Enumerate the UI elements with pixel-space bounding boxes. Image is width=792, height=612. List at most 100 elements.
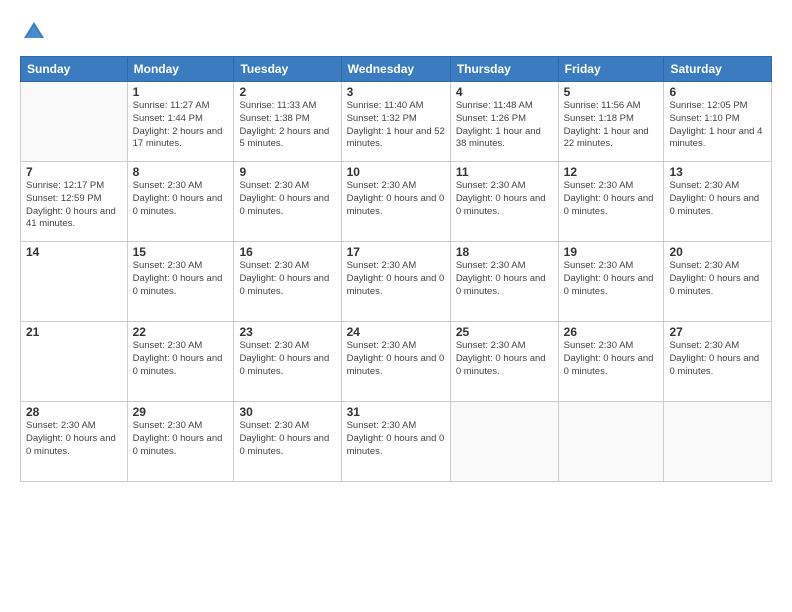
calendar-day: 8Sunset: 2:30 AM Daylight: 0 hours and 0… (127, 162, 234, 242)
day-info: Sunset: 2:30 AM Daylight: 0 hours and 0 … (669, 260, 766, 298)
day-number: 25 (456, 325, 553, 339)
day-info: Sunset: 2:30 AM Daylight: 0 hours and 0 … (26, 420, 122, 458)
day-number: 28 (26, 405, 122, 419)
day-number: 7 (26, 165, 122, 179)
logo (20, 18, 52, 46)
day-info: Sunrise: 11:33 AM Sunset: 1:38 PM Daylig… (239, 100, 335, 151)
day-info: Sunset: 2:30 AM Daylight: 0 hours and 0 … (456, 180, 553, 218)
day-number: 27 (669, 325, 766, 339)
day-info: Sunset: 2:30 AM Daylight: 0 hours and 0 … (239, 420, 335, 458)
calendar-day: 29Sunset: 2:30 AM Daylight: 0 hours and … (127, 402, 234, 482)
calendar-day: 18Sunset: 2:30 AM Daylight: 0 hours and … (450, 242, 558, 322)
day-number: 9 (239, 165, 335, 179)
calendar-day: 17Sunset: 2:30 AM Daylight: 0 hours and … (341, 242, 450, 322)
calendar-day: 31Sunset: 2:30 AM Daylight: 0 hours and … (341, 402, 450, 482)
calendar-day: 20Sunset: 2:30 AM Daylight: 0 hours and … (664, 242, 772, 322)
calendar-day (450, 402, 558, 482)
col-monday: Monday (127, 57, 234, 82)
day-number: 11 (456, 165, 553, 179)
calendar-day: 2Sunrise: 11:33 AM Sunset: 1:38 PM Dayli… (234, 82, 341, 162)
calendar-week-row: 1Sunrise: 11:27 AM Sunset: 1:44 PM Dayli… (21, 82, 772, 162)
calendar-day (664, 402, 772, 482)
col-sunday: Sunday (21, 57, 128, 82)
calendar-day: 11Sunset: 2:30 AM Daylight: 0 hours and … (450, 162, 558, 242)
day-info: Sunset: 2:30 AM Daylight: 0 hours and 0 … (669, 180, 766, 218)
calendar-day: 30Sunset: 2:30 AM Daylight: 0 hours and … (234, 402, 341, 482)
day-number: 15 (133, 245, 229, 259)
calendar-week-row: 21 22Sunset: 2:30 AM Daylight: 0 hours an… (21, 322, 772, 402)
calendar-day: 16Sunset: 2:30 AM Daylight: 0 hours and … (234, 242, 341, 322)
day-number: 24 (347, 325, 445, 339)
calendar-day: 21 (21, 322, 128, 402)
day-info: Sunset: 2:30 AM Daylight: 0 hours and 0 … (347, 260, 445, 298)
calendar-day: 7Sunrise: 12:17 PM Sunset: 12:59 PM Dayl… (21, 162, 128, 242)
day-number: 16 (239, 245, 335, 259)
calendar-week-row: 1415Sunset: 2:30 AM Daylight: 0 hours an… (21, 242, 772, 322)
day-info: Sunset: 2:30 AM Daylight: 0 hours and 0 … (133, 260, 229, 298)
day-info: Sunset: 2:30 AM Daylight: 0 hours and 0 … (564, 260, 659, 298)
calendar-day: 28Sunset: 2:30 AM Daylight: 0 hours and … (21, 402, 128, 482)
calendar-day: 24Sunset: 2:30 AM Daylight: 0 hours and … (341, 322, 450, 402)
day-number: 4 (456, 85, 553, 99)
calendar-day: 13Sunset: 2:30 AM Daylight: 0 hours and … (664, 162, 772, 242)
day-info: Sunrise: 12:05 PM Sunset: 1:10 PM Daylig… (669, 100, 766, 151)
calendar-day: 26Sunset: 2:30 AM Daylight: 0 hours and … (558, 322, 664, 402)
day-info: Sunset: 2:30 AM Daylight: 0 hours and 0 … (133, 340, 229, 378)
day-number: 5 (564, 85, 659, 99)
day-info: Sunrise: 11:40 AM Sunset: 1:32 PM Daylig… (347, 100, 445, 151)
calendar-day (558, 402, 664, 482)
day-info: Sunset: 2:30 AM Daylight: 0 hours and 0 … (239, 340, 335, 378)
day-number: 30 (239, 405, 335, 419)
calendar-day: 1Sunrise: 11:27 AM Sunset: 1:44 PM Dayli… (127, 82, 234, 162)
calendar-day: 15Sunset: 2:30 AM Daylight: 0 hours and … (127, 242, 234, 322)
calendar-day: 4Sunrise: 11:48 AM Sunset: 1:26 PM Dayli… (450, 82, 558, 162)
day-number: 31 (347, 405, 445, 419)
day-number: 8 (133, 165, 229, 179)
page: Sunday Monday Tuesday Wednesday Thursday… (0, 0, 792, 612)
col-friday: Friday (558, 57, 664, 82)
day-info: Sunset: 2:30 AM Daylight: 0 hours and 0 … (456, 260, 553, 298)
calendar-day: 12Sunset: 2:30 AM Daylight: 0 hours and … (558, 162, 664, 242)
day-number: 12 (564, 165, 659, 179)
calendar-header-row: Sunday Monday Tuesday Wednesday Thursday… (21, 57, 772, 82)
calendar-day: 10Sunset: 2:30 AM Daylight: 0 hours and … (341, 162, 450, 242)
calendar-day: 22Sunset: 2:30 AM Daylight: 0 hours and … (127, 322, 234, 402)
day-number: 10 (347, 165, 445, 179)
calendar-week-row: 7Sunrise: 12:17 PM Sunset: 12:59 PM Dayl… (21, 162, 772, 242)
calendar-day: 25Sunset: 2:30 AM Daylight: 0 hours and … (450, 322, 558, 402)
calendar-day: 3Sunrise: 11:40 AM Sunset: 1:32 PM Dayli… (341, 82, 450, 162)
day-info: Sunset: 2:30 AM Daylight: 0 hours and 0 … (564, 180, 659, 218)
col-wednesday: Wednesday (341, 57, 450, 82)
day-number: 20 (669, 245, 766, 259)
day-number: 19 (564, 245, 659, 259)
day-info: Sunset: 2:30 AM Daylight: 0 hours and 0 … (239, 260, 335, 298)
col-tuesday: Tuesday (234, 57, 341, 82)
day-info: Sunset: 2:30 AM Daylight: 0 hours and 0 … (669, 340, 766, 378)
calendar-day: 5Sunrise: 11:56 AM Sunset: 1:18 PM Dayli… (558, 82, 664, 162)
day-info: Sunset: 2:30 AM Daylight: 0 hours and 0 … (347, 340, 445, 378)
calendar: Sunday Monday Tuesday Wednesday Thursday… (20, 56, 772, 482)
day-number: 29 (133, 405, 229, 419)
day-info: Sunrise: 11:27 AM Sunset: 1:44 PM Daylig… (133, 100, 229, 151)
day-info: Sunset: 2:30 AM Daylight: 0 hours and 0 … (564, 340, 659, 378)
day-number: 3 (347, 85, 445, 99)
day-info: Sunset: 2:30 AM Daylight: 0 hours and 0 … (347, 420, 445, 458)
day-number: 18 (456, 245, 553, 259)
col-thursday: Thursday (450, 57, 558, 82)
day-info: Sunset: 2:30 AM Daylight: 0 hours and 0 … (133, 180, 229, 218)
day-number: 14 (26, 245, 122, 259)
calendar-day: 27Sunset: 2:30 AM Daylight: 0 hours and … (664, 322, 772, 402)
day-number: 13 (669, 165, 766, 179)
calendar-day (21, 82, 128, 162)
day-info: Sunrise: 12:17 PM Sunset: 12:59 PM Dayli… (26, 180, 122, 231)
calendar-day: 14 (21, 242, 128, 322)
header (20, 18, 772, 46)
calendar-week-row: 28Sunset: 2:30 AM Daylight: 0 hours and … (21, 402, 772, 482)
col-saturday: Saturday (664, 57, 772, 82)
day-number: 21 (26, 325, 122, 339)
day-info: Sunset: 2:30 AM Daylight: 0 hours and 0 … (133, 420, 229, 458)
day-number: 6 (669, 85, 766, 99)
day-info: Sunrise: 11:56 AM Sunset: 1:18 PM Daylig… (564, 100, 659, 151)
day-number: 26 (564, 325, 659, 339)
calendar-day: 9Sunset: 2:30 AM Daylight: 0 hours and 0… (234, 162, 341, 242)
